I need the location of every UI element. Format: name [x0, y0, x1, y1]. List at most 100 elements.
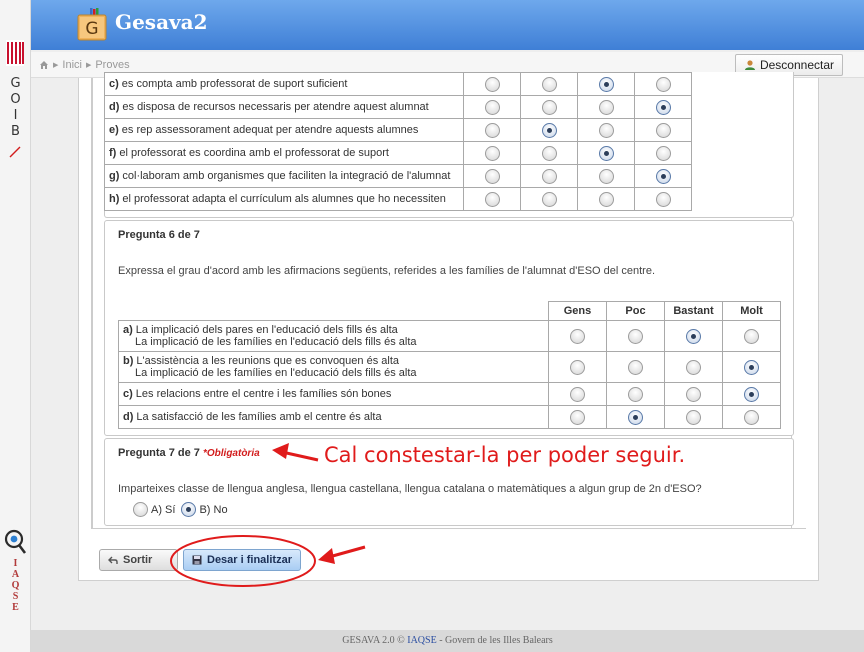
radio-option[interactable]	[570, 386, 585, 402]
radio-option[interactable]	[570, 328, 585, 344]
radio-option[interactable]	[484, 145, 500, 161]
statement-letter: c)	[123, 388, 133, 400]
radio-cell	[577, 95, 635, 119]
radio-option[interactable]	[628, 328, 643, 344]
side-brand-strip: G O I B I A Q S E	[0, 0, 31, 652]
save-icon	[192, 555, 202, 565]
radio-option[interactable]	[655, 145, 671, 161]
radio-option[interactable]	[744, 386, 759, 402]
radio-option[interactable]	[628, 359, 643, 375]
app-title: Gesava2	[115, 10, 208, 34]
grid-blank-header	[119, 302, 549, 321]
table-row: c) es compta amb professorat de suport su…	[104, 72, 692, 96]
survey-frame-bottom	[91, 527, 806, 529]
home-icon[interactable]	[39, 60, 49, 70]
radio-option[interactable]	[484, 99, 500, 115]
save-and-finish-button[interactable]: Desar i finalitzar	[183, 549, 301, 571]
radio-cell	[634, 164, 692, 188]
radio-option[interactable]	[541, 99, 557, 115]
radio-option[interactable]	[484, 168, 500, 184]
question-6-statement: Expressa el grau d'acord amb les afirmac…	[118, 265, 656, 277]
radio-cell	[722, 405, 781, 429]
app-header: G Gesava2	[31, 0, 864, 50]
radio-option[interactable]	[628, 386, 643, 402]
chevron-right-icon: ▶	[85, 62, 92, 69]
radio-option[interactable]	[744, 328, 759, 344]
radio-option[interactable]	[686, 359, 701, 375]
radio-option[interactable]	[484, 76, 500, 92]
radio-option[interactable]	[598, 99, 614, 115]
statement-letter: f)	[109, 147, 117, 159]
radio-option[interactable]	[598, 191, 614, 207]
svg-text:G: G	[85, 19, 98, 39]
radio-option[interactable]	[598, 145, 614, 161]
radio-option[interactable]	[655, 168, 671, 184]
statement-cell: h) el professorat adapta el currículum al…	[104, 187, 464, 211]
question-7-options: A) Sí B) No	[133, 502, 228, 517]
radio-option[interactable]	[541, 168, 557, 184]
table-row: c) Les relacions entre el centre i les fa…	[118, 382, 781, 406]
statement-text: col·laboram amb organismes que faciliten…	[122, 170, 451, 182]
statement-letter: g)	[109, 170, 120, 182]
radio-option[interactable]	[655, 99, 671, 115]
radio-option[interactable]	[686, 409, 701, 425]
statement-letter: c)	[109, 78, 119, 90]
radio-option[interactable]	[598, 122, 614, 138]
radio-option[interactable]	[541, 145, 557, 161]
iaqse-brand-text: I A Q S E	[11, 558, 20, 613]
radio-option[interactable]	[484, 122, 500, 138]
radio-option-no[interactable]	[181, 502, 197, 517]
statement-cell: d) es disposa de recursos necessaris per …	[104, 95, 464, 119]
radio-option-yes[interactable]	[133, 502, 148, 517]
radio-cell	[520, 164, 578, 188]
page-footer: GESAVA 2.0 © IAQSE - Govern de les Illes…	[31, 630, 864, 652]
radio-option[interactable]	[744, 409, 759, 425]
radio-cell	[634, 187, 692, 211]
radio-cell	[520, 118, 578, 142]
radio-option[interactable]	[484, 191, 500, 207]
radio-option[interactable]	[686, 386, 701, 402]
statement-text-secondary: La implicació de les famílies en l'educa…	[135, 336, 417, 348]
required-marker: *Obligatòria	[202, 448, 260, 459]
radio-cell	[463, 72, 521, 96]
breadcrumb-home[interactable]: Inici	[62, 59, 82, 71]
question-6-title: Pregunta 6 de 7	[118, 229, 200, 241]
radio-cell	[463, 95, 521, 119]
goib-brand-text: G O I B	[10, 76, 21, 139]
radio-option[interactable]	[655, 76, 671, 92]
radio-option[interactable]	[541, 191, 557, 207]
radio-option[interactable]	[628, 409, 643, 425]
footer-iaqse-link[interactable]: IAQSE	[407, 635, 436, 646]
radio-option[interactable]	[744, 359, 759, 375]
statement-cell: g) col·laboram amb organismes que facilit…	[104, 164, 464, 188]
statement-letter: d)	[123, 411, 134, 423]
radio-cell	[548, 405, 607, 429]
radio-cell	[634, 118, 692, 142]
table-row: h) el professorat adapta el currículum al…	[104, 187, 692, 211]
radio-cell	[463, 118, 521, 142]
statement-text: La implicació dels pares en l'educació d…	[135, 324, 398, 336]
radio-option[interactable]	[598, 76, 614, 92]
radio-option[interactable]	[598, 168, 614, 184]
user-icon	[744, 60, 755, 70]
statement-cell: e) es rep assessorament adequat per atend…	[104, 118, 464, 142]
radio-option[interactable]	[541, 122, 557, 138]
radio-cell	[463, 164, 521, 188]
table-row: e) es rep assessorament adequat per atend…	[104, 118, 692, 142]
annotation-text: Cal constestar-la per poder seguir.	[324, 443, 686, 467]
back-arrow-icon	[108, 556, 118, 564]
save-and-finish-label: Desar i finalitzar	[207, 554, 292, 566]
radio-option[interactable]	[655, 122, 671, 138]
column-header: Bastant	[664, 301, 723, 321]
radio-option[interactable]	[655, 191, 671, 207]
app-logo-icon: G	[77, 8, 107, 41]
radio-option[interactable]	[570, 409, 585, 425]
radio-cell	[577, 141, 635, 165]
radio-option[interactable]	[541, 76, 557, 92]
radio-cell	[634, 95, 692, 119]
radio-option[interactable]	[686, 328, 701, 344]
statement-letter: h)	[109, 193, 120, 205]
govern-flag-icon	[6, 40, 24, 66]
radio-option[interactable]	[570, 359, 585, 375]
exit-button[interactable]: Sortir	[99, 549, 178, 571]
